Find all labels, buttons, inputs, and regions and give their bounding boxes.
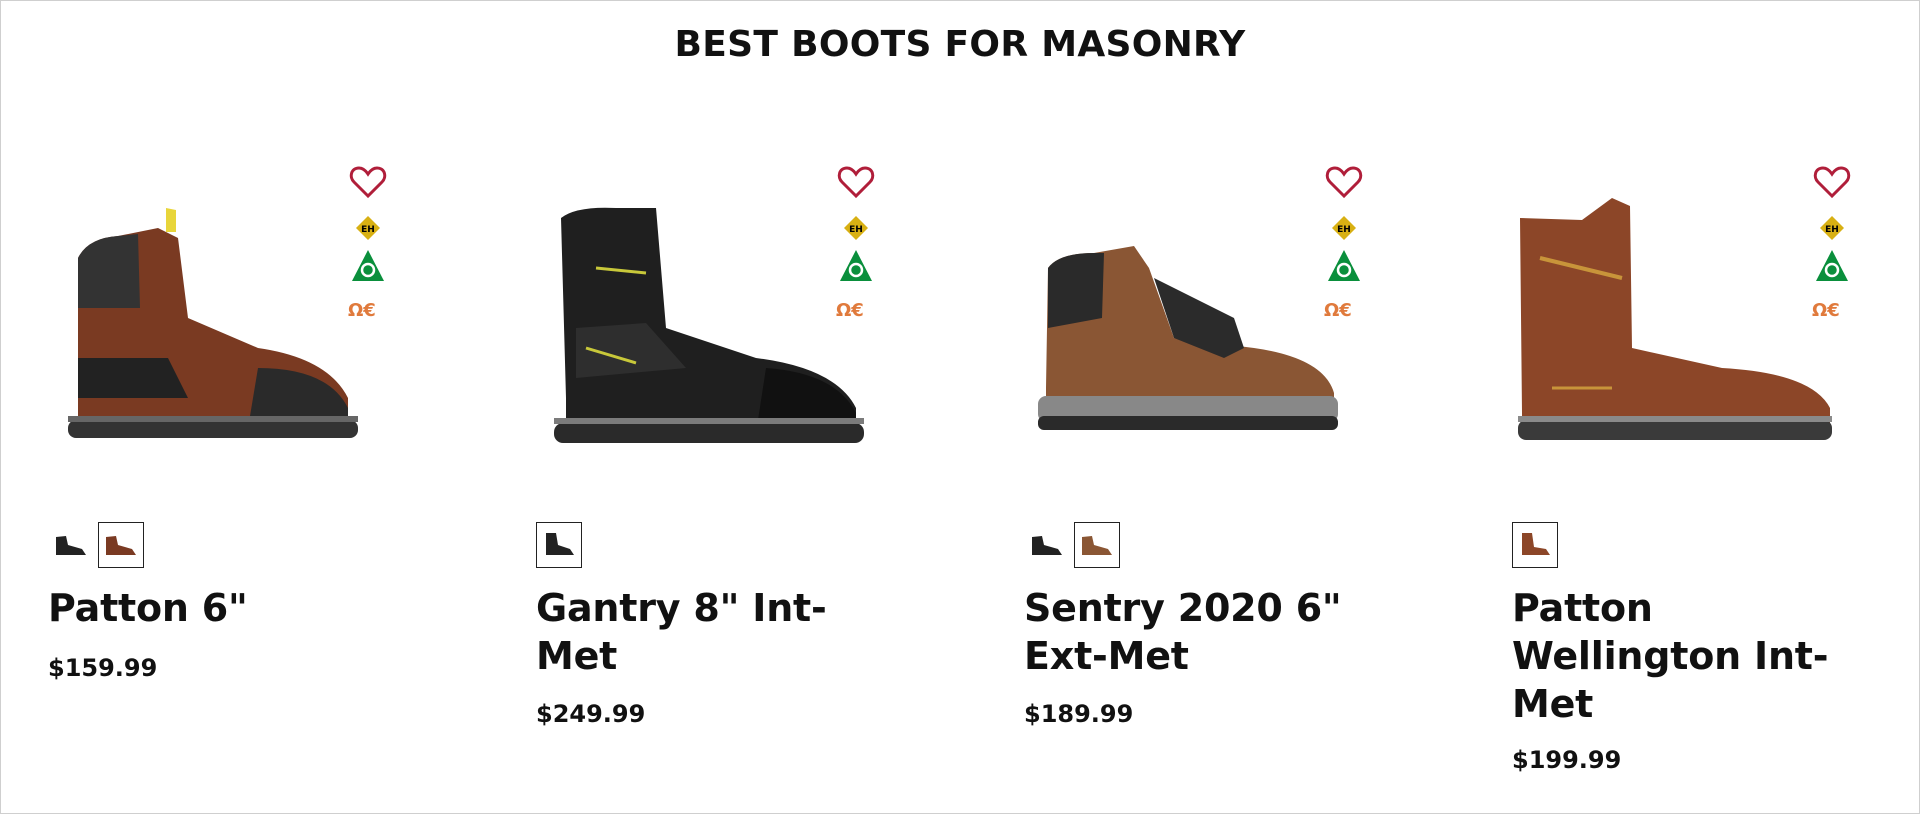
product-price: $249.99 xyxy=(536,700,646,728)
boot-image[interactable] xyxy=(48,198,388,458)
swatch-black[interactable] xyxy=(1024,522,1070,568)
wishlist-heart-icon[interactable] xyxy=(1812,162,1852,202)
product-price: $199.99 xyxy=(1512,746,1622,774)
product-price: $159.99 xyxy=(48,654,158,682)
swatch-brown[interactable] xyxy=(98,522,144,568)
product-price: $189.99 xyxy=(1024,700,1134,728)
product-name[interactable]: Gantry 8" Int-Met xyxy=(536,584,896,680)
wishlist-heart-icon[interactable] xyxy=(348,162,388,202)
product-card[interactable]: EH Ω€ Patton Wellington Int-Met $199.99 xyxy=(1512,150,1920,800)
boot-image[interactable] xyxy=(1512,198,1852,458)
wishlist-heart-icon[interactable] xyxy=(1324,162,1364,202)
color-swatches xyxy=(48,522,144,570)
product-name[interactable]: Patton 6" xyxy=(48,584,408,632)
product-name[interactable]: Patton Wellington Int-Met xyxy=(1512,584,1872,728)
section-title: BEST BOOTS FOR MASONRY xyxy=(674,24,1246,65)
swatch-brown[interactable] xyxy=(1074,522,1120,568)
swatch-black[interactable] xyxy=(536,522,582,568)
product-card[interactable]: EH Ω€ Patton 6" $159.99 xyxy=(48,150,468,800)
boot-image[interactable] xyxy=(536,198,876,458)
product-name[interactable]: Sentry 2020 6" Ext-Met xyxy=(1024,584,1384,680)
color-swatches xyxy=(536,522,582,570)
color-swatches xyxy=(1512,522,1558,570)
color-swatches xyxy=(1024,522,1120,570)
swatch-brown[interactable] xyxy=(1512,522,1558,568)
product-card[interactable]: EH Ω€ Gantry 8" Int-Met $249.99 xyxy=(536,150,956,800)
boot-image[interactable] xyxy=(1024,198,1364,458)
swatch-black[interactable] xyxy=(48,522,94,568)
wishlist-heart-icon[interactable] xyxy=(836,162,876,202)
product-card[interactable]: EH Ω€ Sentry 2020 6" Ext-Met $189.99 xyxy=(1024,150,1444,800)
